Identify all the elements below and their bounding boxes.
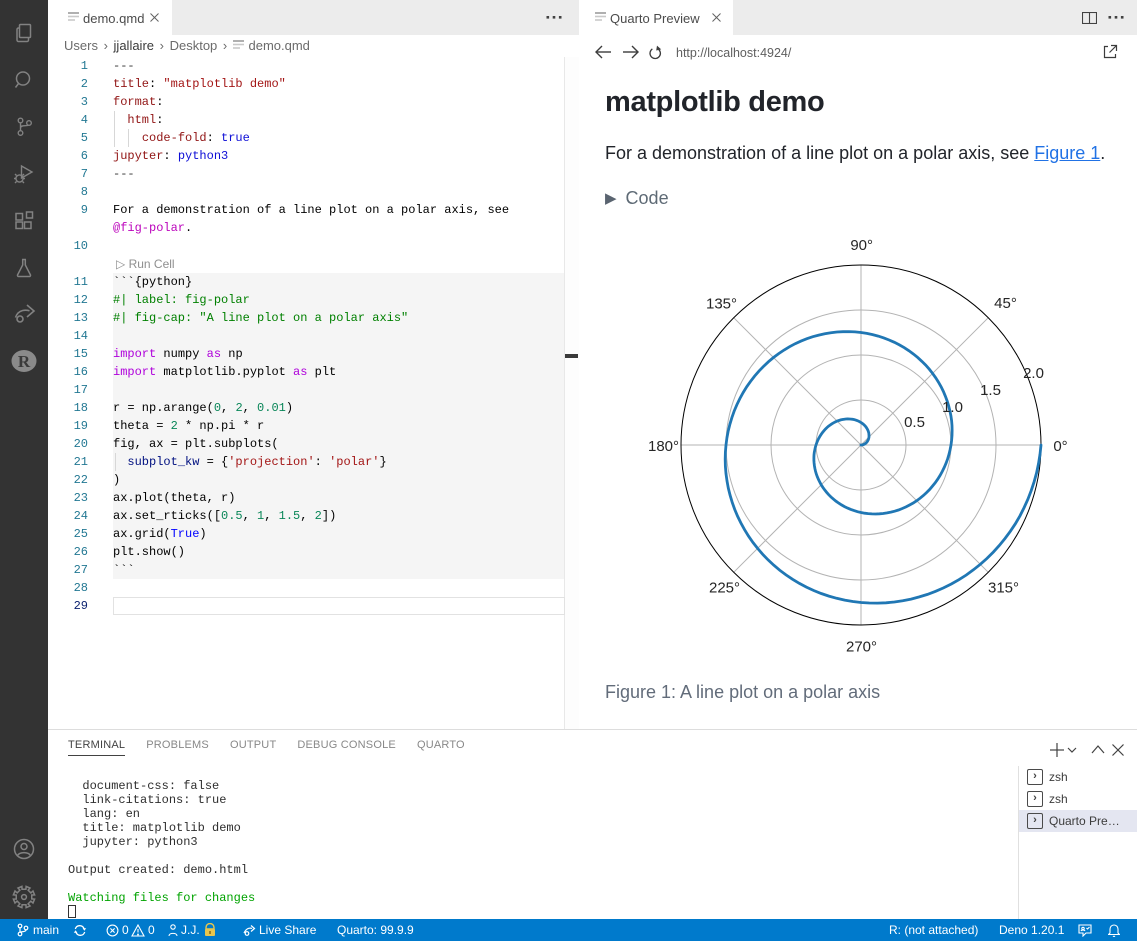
- svg-text:225°: 225°: [709, 580, 740, 597]
- svg-text:315°: 315°: [988, 580, 1019, 597]
- svg-text:270°: 270°: [846, 639, 877, 656]
- svg-text:1.0: 1.0: [942, 399, 963, 416]
- svg-text:0°: 0°: [1053, 438, 1067, 455]
- svg-text:135°: 135°: [706, 296, 737, 313]
- svg-text:90°: 90°: [850, 237, 873, 254]
- svg-text:2.0: 2.0: [1023, 365, 1044, 382]
- svg-text:45°: 45°: [994, 295, 1017, 312]
- svg-text:180°: 180°: [648, 438, 679, 455]
- svg-text:0.5: 0.5: [904, 414, 925, 431]
- svg-text:1.5: 1.5: [980, 382, 1001, 399]
- svg-text:R: R: [18, 352, 31, 371]
